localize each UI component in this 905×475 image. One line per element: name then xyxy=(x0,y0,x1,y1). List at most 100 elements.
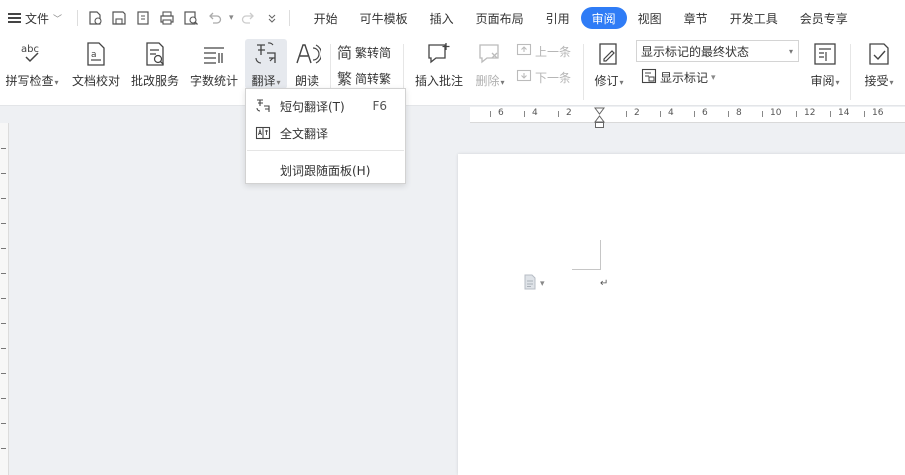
ruler-label: 2 xyxy=(634,108,640,118)
translate-icon xyxy=(255,98,271,114)
print-preview-icon[interactable] xyxy=(181,8,201,28)
tab-templates[interactable]: 可牛模板 xyxy=(349,7,419,29)
word-count-icon xyxy=(200,40,228,68)
menu-item-full-translate[interactable]: 全文翻译 xyxy=(246,120,405,146)
chevron-down-icon: ▾ xyxy=(788,47,793,56)
dropdown-arrow-icon: ▾ xyxy=(500,78,505,87)
review-pane-button[interactable]: 审阅▾ xyxy=(806,40,844,89)
tab-developer[interactable]: 开发工具 xyxy=(719,7,789,29)
sentence-translate-label: 短句翻译(T) xyxy=(280,99,345,114)
ruler-tick xyxy=(728,111,729,117)
undo-dropdown-icon[interactable]: ▾ xyxy=(229,13,234,23)
tab-review[interactable]: 审阅 xyxy=(580,7,627,29)
svg-text:abc: abc xyxy=(21,44,39,55)
simp-to-trad-label: 简转繁 xyxy=(355,72,392,86)
ribbon-tabs: 开始 可牛模板 插入 页面布局 引用 审阅 视图 章节 开发工具 会员专享 xyxy=(303,7,859,29)
comment-add-icon xyxy=(425,40,453,68)
tab-sections[interactable]: 章节 xyxy=(673,7,719,29)
full-translate-label: 全文翻译 xyxy=(280,126,329,141)
tab-home[interactable]: 开始 xyxy=(303,7,349,29)
word-count-label: 字数统计 xyxy=(189,74,238,88)
divider xyxy=(583,44,584,100)
track-changes-label: 修订 xyxy=(594,74,619,88)
review-ribbon: abc 拼写检查▾ a 文档校对 批改服务 字数统计 翻译▾ 朗读 简 繁转简 … xyxy=(0,36,905,106)
tab-references[interactable]: 引用 xyxy=(535,7,581,29)
dropdown-arrow-icon: ▾ xyxy=(889,78,894,87)
ruler-tick xyxy=(558,111,559,117)
accept-icon xyxy=(865,40,893,68)
menu-item-sentence-translate[interactable]: 短句翻译(T) F6 xyxy=(246,93,405,119)
trad-to-simp-label: 繁转简 xyxy=(355,46,392,60)
ruler-label: 16 xyxy=(872,108,884,118)
document-icon xyxy=(523,274,537,293)
correction-service-button[interactable]: 批改服务 xyxy=(129,40,181,89)
word-follow-panel-label: 划词跟随面板(H) xyxy=(280,163,371,178)
ruler-label: 6 xyxy=(498,108,504,118)
tab-membership[interactable]: 会员专享 xyxy=(789,7,859,29)
accept-label: 接受 xyxy=(864,74,889,88)
trad-to-simp-button[interactable]: 简 繁转简 xyxy=(337,42,391,63)
prev-comment-label: 上一条 xyxy=(535,45,572,59)
ruler-label: 2 xyxy=(566,108,572,118)
word-count-button[interactable]: 字数统计 xyxy=(188,40,240,89)
doc-proofread-icon: a xyxy=(82,40,110,68)
save-icon[interactable] xyxy=(109,8,129,28)
delete-comment-button[interactable]: 删除▾ xyxy=(471,40,509,89)
translate-dropdown-menu: 短句翻译(T) F6 全文翻译 划词跟随面板(H) xyxy=(245,88,406,184)
ruler-tick xyxy=(830,111,831,117)
top-menu-bar: 文件 ﹀ ▾ 开始 可牛模板 插入 页面布局 引用 审阅 视图 章节 开发工具 … xyxy=(0,0,905,36)
undo-icon[interactable] xyxy=(205,8,225,28)
ruler-tick xyxy=(694,111,695,117)
next-comment-button[interactable]: 下一条 xyxy=(516,68,571,87)
comment-delete-icon xyxy=(476,40,504,68)
paragraph-mark-icon: ↵ xyxy=(600,278,609,289)
tab-view[interactable]: 视图 xyxy=(627,7,673,29)
ruler-tick xyxy=(762,111,763,117)
floating-doc-tool[interactable]: ▾ xyxy=(523,274,545,293)
ruler-label: 4 xyxy=(668,108,674,118)
ruler-tick xyxy=(660,111,661,117)
insert-comment-button[interactable]: 插入批注 xyxy=(411,40,467,89)
cloud-doc-icon[interactable] xyxy=(85,8,105,28)
menu-item-word-follow-panel[interactable]: 划词跟随面板(H) xyxy=(246,157,405,183)
markup-view-select[interactable]: 显示标记的最终状态 ▾ xyxy=(636,40,799,62)
translate-button[interactable]: 翻译▾ xyxy=(245,39,287,89)
prev-comment-button[interactable]: 上一条 xyxy=(516,42,571,61)
print-icon[interactable] xyxy=(157,8,177,28)
track-changes-button[interactable]: 修订▾ xyxy=(590,40,628,89)
ruler-label: 12 xyxy=(804,108,816,118)
tab-page-layout[interactable]: 页面布局 xyxy=(465,7,535,29)
ruler-label: 6 xyxy=(702,108,708,118)
dropdown-arrow-icon: ▾ xyxy=(54,78,59,87)
simp-to-trad-button[interactable]: 繁 简转繁 xyxy=(337,68,391,89)
chevron-down-icon: ▾ xyxy=(540,278,545,289)
translate-label: 翻译 xyxy=(251,74,276,88)
file-menu-label: 文件 xyxy=(25,11,50,26)
correction-service-label: 批改服务 xyxy=(130,74,179,88)
simp-trad-icon: 繁 xyxy=(337,70,353,88)
indent-marker[interactable] xyxy=(594,107,605,129)
review-pane-icon xyxy=(811,40,839,68)
show-markup-button[interactable]: 显示标记 ▾ xyxy=(641,68,716,87)
read-aloud-button[interactable]: 朗读 xyxy=(291,40,323,89)
read-aloud-icon xyxy=(293,40,321,68)
document-page[interactable] xyxy=(458,154,905,475)
ruler-tick xyxy=(490,111,491,117)
vertical-ruler[interactable] xyxy=(0,123,9,475)
trad-simp-icon: 简 xyxy=(337,44,353,62)
file-menu[interactable]: 文件 ﹀ xyxy=(2,6,68,30)
ruler-tick xyxy=(524,111,525,117)
show-markup-icon xyxy=(641,68,657,87)
spellcheck-label: 拼写检查 xyxy=(5,74,54,88)
horizontal-ruler[interactable]: 6 4 2 2 4 6 8 10 12 14 16 xyxy=(470,107,905,123)
customize-toolbar-icon[interactable] xyxy=(262,8,282,28)
tab-insert[interactable]: 插入 xyxy=(419,7,465,29)
accept-button[interactable]: 接受▾ xyxy=(860,40,898,89)
divider xyxy=(77,10,79,26)
doc-proofread-button[interactable]: a 文档校对 xyxy=(70,40,122,89)
svg-text:a: a xyxy=(91,50,97,60)
export-pdf-icon[interactable] xyxy=(133,8,153,28)
dropdown-arrow-icon: ▾ xyxy=(276,78,281,87)
redo-icon[interactable] xyxy=(238,8,258,28)
spellcheck-button[interactable]: abc 拼写检查▾ xyxy=(3,40,61,89)
